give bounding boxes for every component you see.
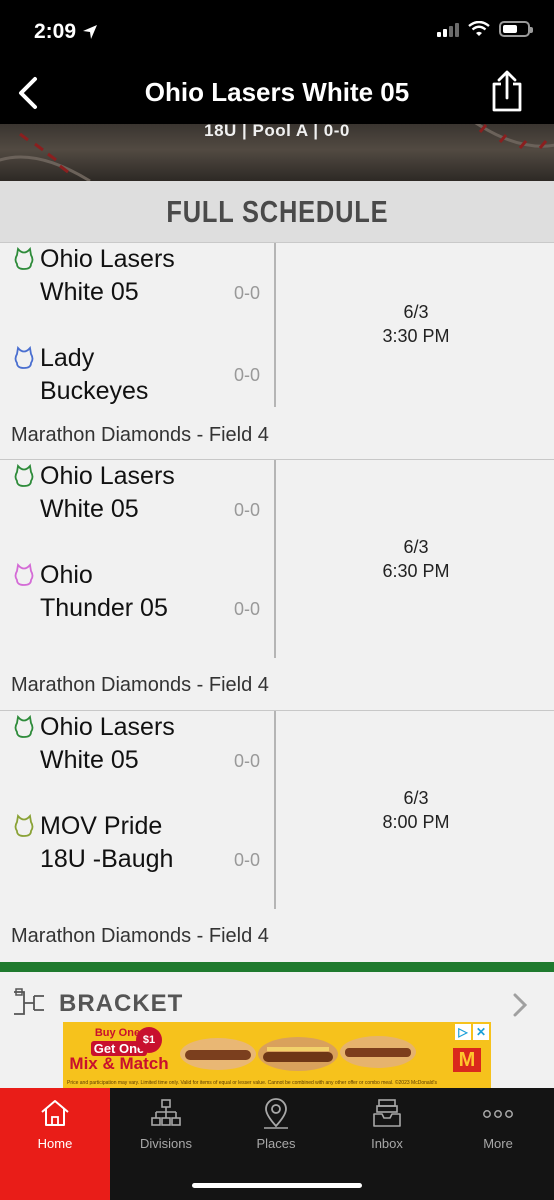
game-card[interactable]: Ohio Lasers White 05 0-0 MOV Pride 18U -…	[0, 711, 554, 962]
team-jersey-icon	[14, 346, 34, 369]
team-hero-banner: 18U | Pool A | 0-0	[0, 124, 554, 181]
cellular-signal-icon	[437, 21, 459, 37]
game-date: 6/3	[403, 537, 429, 557]
team-jersey-icon	[14, 814, 34, 837]
ad-price-badge: $1	[136, 1027, 162, 1053]
schedule-header-label: FULL SCHEDULE	[165, 193, 389, 229]
game-datetime: 6/3 8:00 PM	[278, 786, 554, 834]
team-jersey-icon	[14, 247, 34, 270]
status-icons	[437, 21, 533, 37]
share-icon[interactable]	[490, 70, 524, 112]
game-date: 6/3	[403, 788, 429, 808]
tab-label: Places	[256, 1136, 296, 1151]
page-title: Ohio Lasers White 05	[144, 77, 410, 107]
status-time: 2:09	[34, 20, 98, 44]
home-indicator[interactable]	[192, 1183, 362, 1188]
section-divider	[0, 962, 554, 972]
team-jersey-icon	[14, 563, 34, 586]
tab-label: Divisions	[139, 1136, 192, 1151]
divisions-icon	[151, 1099, 181, 1126]
status-time-text: 2:09	[34, 20, 77, 43]
tab-label: Inbox	[371, 1136, 403, 1151]
ad-fine-print: Price and participation may vary. Limite…	[67, 1080, 438, 1086]
bracket-label: BRACKET	[59, 990, 184, 1017]
away-team-score: 0-0	[234, 365, 261, 385]
home-team-score: 0-0	[234, 751, 261, 771]
game-time: 3:30 PM	[382, 326, 450, 346]
bracket-icon	[14, 988, 44, 1015]
battery-icon	[499, 21, 533, 37]
schedule-header: FULL SCHEDULE	[0, 181, 554, 243]
ad-food-image	[180, 1036, 416, 1071]
game-teams: Ohio Lasers White 05 0-0 MOV Pride 18U -…	[0, 711, 276, 909]
game-teams: Ohio Lasers White 05 0-0 Ohio Thunder 05…	[0, 460, 276, 658]
home-team-name: Ohio Lasers White 05	[40, 462, 175, 523]
game-date: 6/3	[403, 302, 429, 322]
away-team-name: Ohio Thunder 05	[40, 561, 168, 622]
location-arrow-icon	[83, 25, 98, 39]
team-jersey-icon	[14, 464, 34, 487]
wifi-icon	[468, 21, 490, 36]
tab-home[interactable]: Home	[0, 1088, 110, 1200]
mcdonalds-logo: M	[453, 1048, 481, 1072]
game-location: Marathon Diamonds - Field 4	[11, 925, 269, 947]
team-division-info: 18U | Pool A | 0-0	[204, 124, 350, 140]
game-card[interactable]: Ohio Lasers White 05 0-0 Lady Buckeyes 0…	[0, 243, 554, 460]
ad-banner[interactable]: Buy One, Get One Mix & Match $1 ▷ ✕ M Pr…	[63, 1022, 491, 1088]
game-time: 8:00 PM	[382, 812, 450, 832]
chevron-right-icon	[513, 993, 528, 1017]
team-jersey-icon	[14, 715, 34, 738]
away-team-name: MOV Pride 18U -Baugh	[40, 812, 174, 873]
home-team-name: Ohio Lasers White 05	[40, 245, 175, 306]
ad-choices[interactable]: ▷ ✕	[455, 1024, 489, 1040]
game-location: Marathon Diamonds - Field 4	[11, 674, 269, 696]
places-icon	[264, 1098, 288, 1129]
home-team-name: Ohio Lasers White 05	[40, 713, 175, 774]
game-card[interactable]: Ohio Lasers White 05 0-0 Ohio Thunder 05…	[0, 460, 554, 711]
home-team-score: 0-0	[234, 500, 261, 520]
away-team-name: Lady Buckeyes	[40, 344, 149, 405]
ad-close-icon[interactable]: ✕	[473, 1024, 489, 1040]
away-team-score: 0-0	[234, 599, 261, 619]
back-chevron-icon[interactable]	[14, 76, 44, 110]
game-datetime: 6/3 6:30 PM	[278, 535, 554, 583]
top-bar: 2:09 Ohio Lasers White 05	[0, 0, 554, 124]
tab-label: Home	[37, 1136, 73, 1151]
more-icon	[483, 1110, 513, 1118]
home-icon	[41, 1100, 69, 1126]
game-teams: Ohio Lasers White 05 0-0 Lady Buckeyes 0…	[0, 243, 276, 407]
away-team-score: 0-0	[234, 850, 261, 870]
game-time: 6:30 PM	[382, 561, 450, 581]
tab-more[interactable]: More	[443, 1088, 553, 1200]
game-list: Ohio Lasers White 05 0-0 Lady Buckeyes 0…	[0, 243, 554, 962]
ad-info-icon[interactable]: ▷	[455, 1024, 471, 1040]
game-location: Marathon Diamonds - Field 4	[11, 424, 269, 446]
tab-label: More	[483, 1136, 513, 1151]
inbox-icon	[373, 1099, 401, 1127]
home-team-score: 0-0	[234, 283, 261, 303]
ad-line3: Mix & Match	[69, 1054, 169, 1073]
game-datetime: 6/3 3:30 PM	[278, 300, 554, 348]
